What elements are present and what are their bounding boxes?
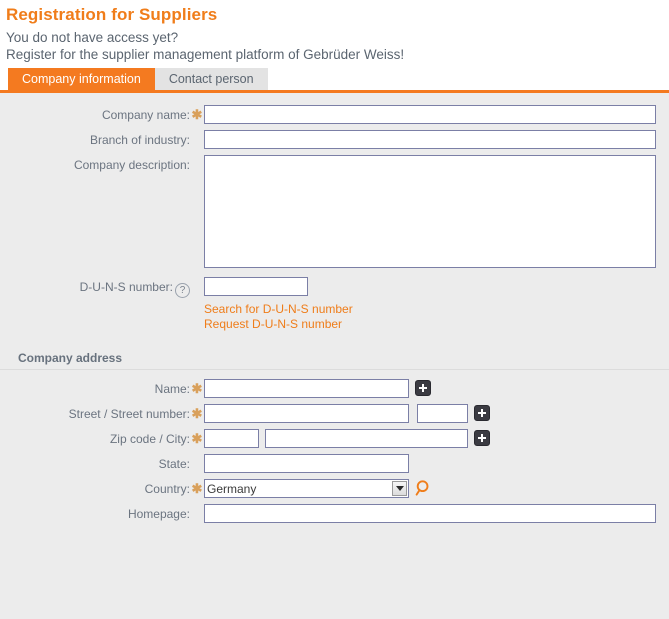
required-marker-branch-of-industry: ✱ [190,130,204,150]
label-company-name: Company name: [101,108,190,122]
input-city[interactable] [265,429,468,448]
required-marker-zip-city: ✱ [191,431,203,446]
field-row-country: Country: ✱ Germany [0,479,669,501]
label-company-description: Company description: [73,158,190,172]
input-company-description[interactable] [204,155,656,268]
field-row-homepage: Homepage: ✱ [0,504,669,526]
field-row-company-name: Company name: ✱ [0,105,669,127]
required-marker-company-name: ✱ [191,107,203,122]
label-homepage: Homepage: [127,507,190,521]
page-title: Registration for Suppliers [6,5,218,24]
label-country: Country: [144,482,190,496]
country-select-wrapper: Germany [204,479,409,498]
subtitle-line-1: You do not have access yet? [6,30,179,45]
label-branch-of-industry: Branch of industry: [89,133,190,147]
page-header: Registration for Suppliers You do not ha… [0,0,669,63]
field-row-street: Street / Street number: ✱ [0,404,669,426]
plus-icon-add-name[interactable] [415,380,431,396]
field-row-state: State: ✱ [0,454,669,476]
field-row-duns-number: D-U-N-S number:? ✱ Search for D-U-N-S nu… [0,277,669,332]
section-heading-company-address: Company address [0,345,669,370]
input-state[interactable] [204,454,409,473]
label-state: State: [158,457,190,471]
required-marker-homepage: ✱ [190,504,204,524]
tab-company-information[interactable]: Company information [8,68,155,90]
required-marker-state: ✱ [190,454,204,474]
tab-bar: Company information Contact person [0,68,669,93]
required-marker-address-name: ✱ [191,381,203,396]
input-homepage[interactable] [204,504,656,523]
field-row-branch-of-industry: Branch of industry: ✱ [0,130,669,152]
plus-icon-add-zip-city[interactable] [474,430,490,446]
input-street-number[interactable] [417,404,468,423]
label-duns-number: D-U-N-S number:? [0,277,190,298]
label-zip-city: Zip code / City: [109,432,190,446]
magnifier-icon[interactable] [415,479,433,497]
label-duns-number-text: D-U-N-S number: [79,280,173,294]
input-company-name[interactable] [204,105,656,124]
input-address-name[interactable] [204,379,409,398]
input-duns-number[interactable] [204,277,308,296]
required-marker-duns-number: ✱ [190,277,204,297]
field-row-address-name: Name: ✱ [0,379,669,401]
link-search-duns-number[interactable]: Search for D-U-N-S number [204,302,353,317]
input-zip-code[interactable] [204,429,259,448]
required-marker-country: ✱ [191,481,203,496]
field-row-company-description: Company description: ✱ [0,155,669,268]
tab-contact-person[interactable]: Contact person [154,68,268,90]
form-body: Company name: ✱ Branch of industry: ✱ Co… [0,93,669,619]
subtitle-line-2: Register for the supplier management pla… [6,47,405,62]
field-row-zip-city: Zip code / City: ✱ [0,429,669,451]
required-marker-company-description: ✱ [190,155,204,175]
link-request-duns-number[interactable]: Request D-U-N-S number [204,317,353,332]
input-branch-of-industry[interactable] [204,130,656,149]
registration-page: Registration for Suppliers You do not ha… [0,0,669,619]
label-street: Street / Street number: [68,407,190,421]
label-address-name: Name: [154,382,190,396]
select-country[interactable]: Germany [204,479,409,498]
required-marker-street: ✱ [191,406,203,421]
input-street[interactable] [204,404,409,423]
plus-icon-add-street[interactable] [474,405,490,421]
question-mark-icon[interactable]: ? [175,283,190,298]
